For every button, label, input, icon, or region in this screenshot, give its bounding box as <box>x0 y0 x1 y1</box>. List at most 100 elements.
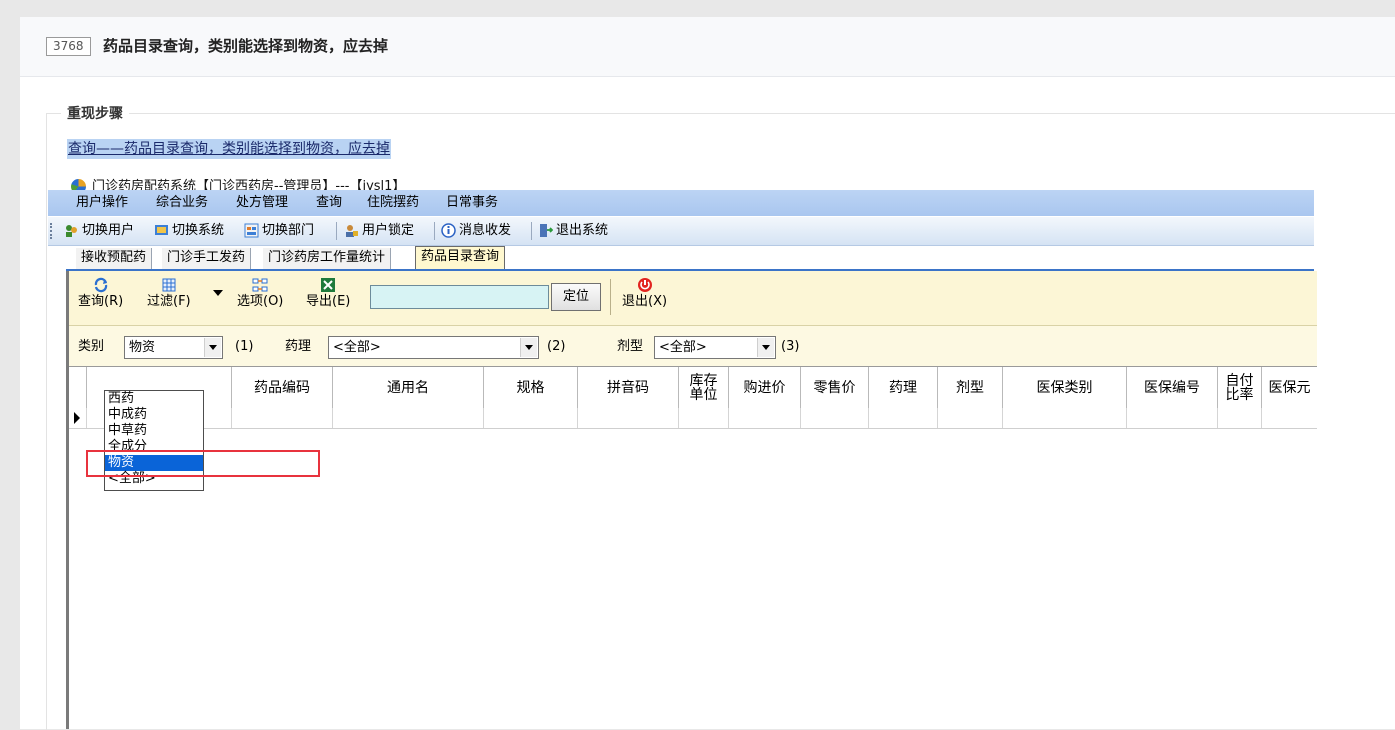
dosage-hotkey: (3) <box>781 339 800 354</box>
pharmacology-value: <全部> <box>333 340 381 355</box>
switch-user-button[interactable]: 切换用户 <box>82 222 134 240</box>
menu-user-ops[interactable]: 用户操作 <box>76 194 128 212</box>
row-indicator <box>69 408 87 428</box>
tab-manual-dispense[interactable]: 门诊手工发药 <box>162 248 252 269</box>
table-cell[interactable] <box>938 408 1003 428</box>
dropdown-option-patent[interactable]: 中成药 <box>105 407 203 423</box>
category-hotkey: (1) <box>235 339 254 354</box>
message-info-icon <box>441 223 456 238</box>
chevron-down-icon[interactable] <box>520 338 537 357</box>
annotation-highlight-box <box>86 450 320 477</box>
pharmacology-label: 药理 <box>285 339 312 354</box>
grid-col-generic-name[interactable]: 通用名 <box>333 367 484 408</box>
refresh-icon <box>94 277 107 293</box>
menu-general-business[interactable]: 综合业务 <box>156 194 208 212</box>
switch-system-button[interactable]: 切换系统 <box>172 222 224 240</box>
table-cell[interactable] <box>1218 408 1262 428</box>
table-cell[interactable] <box>1003 408 1127 428</box>
excel-export-icon <box>321 278 336 292</box>
exit-door-icon <box>540 224 553 237</box>
grid-col-purchase-price[interactable]: 购进价 <box>729 367 801 408</box>
query-button[interactable]: 查询(R) <box>78 277 123 310</box>
filter-button[interactable]: 过滤(F) <box>147 277 191 310</box>
issue-id-badge: 3768 <box>46 37 91 56</box>
menu-daily-affairs[interactable]: 日常事务 <box>446 194 498 212</box>
query-label: 查询(R) <box>78 294 124 309</box>
row-pointer-icon <box>74 412 80 424</box>
grid-col-pharmacology[interactable]: 药理 <box>869 367 938 408</box>
toolbar-separator <box>531 222 532 240</box>
options-label: 选项(O) <box>237 294 284 309</box>
chevron-down-icon[interactable] <box>757 338 774 357</box>
switch-user-icon <box>66 225 77 237</box>
grid-col-insurance-type[interactable]: 医保类别 <box>1003 367 1127 408</box>
toolbar-separator <box>336 222 337 240</box>
query-toolbar: 查询(R) 过滤(F) 选项(O) 导出(E) 定位 退出(X) <box>69 271 1317 326</box>
table-cell[interactable] <box>1127 408 1218 428</box>
table-cell[interactable] <box>232 408 333 428</box>
export-button[interactable]: 导出(E) <box>306 277 350 310</box>
exit-label: 退出(X) <box>622 294 668 309</box>
grid-col-spec[interactable]: 规格 <box>484 367 578 408</box>
issue-header: 3768 药品目录查询，类别能选择到物资，应去掉 <box>20 17 1395 77</box>
exit-button[interactable]: 退出(X) <box>622 277 667 310</box>
grid-col-insurance-extra[interactable]: 医保元 <box>1262 367 1317 408</box>
export-label: 导出(E) <box>306 294 351 309</box>
locate-input[interactable] <box>370 285 549 309</box>
dosage-value: <全部> <box>659 340 707 355</box>
menubar: 用户操作 综合业务 处方管理 查询 住院摆药 日常事务 <box>48 190 1314 216</box>
grid-col-drug-code[interactable]: 药品编码 <box>232 367 333 408</box>
options-swap-icon <box>252 278 268 292</box>
filter-bar: 类别 物资 (1) 药理 <全部> (2) 剂型 <全部> (3) <box>69 326 1317 366</box>
switch-department-button[interactable]: 切换部门 <box>262 222 314 240</box>
grid-col-insurance-code[interactable]: 医保编号 <box>1127 367 1218 408</box>
filter-dropdown-icon[interactable] <box>212 289 224 297</box>
table-cell[interactable] <box>333 408 484 428</box>
grid-col-pinyin[interactable]: 拼音码 <box>578 367 679 408</box>
toolbar-separator <box>434 222 435 240</box>
grid-col-copay-ratio[interactable]: 自付 比率 <box>1218 367 1262 408</box>
system-toolbar: 切换用户 切换系统 切换部门 用户锁定 消息收发 退出系统 <box>48 217 1314 246</box>
filter-label: 过滤(F) <box>147 294 191 309</box>
dropdown-option-western[interactable]: 西药 <box>105 391 203 407</box>
dosage-combo[interactable]: <全部> <box>654 336 776 359</box>
menu-prescription[interactable]: 处方管理 <box>236 194 288 212</box>
pharmacology-combo[interactable]: <全部> <box>328 336 539 359</box>
table-cell[interactable] <box>869 408 938 428</box>
grid-col-retail-price[interactable]: 零售价 <box>801 367 869 408</box>
grid-col-stock-unit[interactable]: 库存 单位 <box>679 367 729 408</box>
dosage-label: 剂型 <box>617 339 644 354</box>
user-lock-icon <box>346 225 358 237</box>
power-icon <box>637 278 652 292</box>
tab-receive-preconfig[interactable]: 接收预配药 <box>76 248 153 269</box>
dropdown-option-herbal[interactable]: 中草药 <box>105 423 203 439</box>
locate-button[interactable]: 定位 <box>551 283 601 311</box>
switch-department-icon <box>244 223 259 238</box>
menu-inpatient-dispense[interactable]: 住院摆药 <box>367 194 419 212</box>
grid-col-dosage[interactable]: 剂型 <box>938 367 1003 408</box>
chevron-down-icon[interactable] <box>204 338 221 357</box>
tab-workload-stats[interactable]: 门诊药房工作量统计 <box>263 248 392 269</box>
table-cell[interactable] <box>484 408 578 428</box>
menu-query[interactable]: 查询 <box>316 194 342 212</box>
toolbar-separator <box>610 279 611 315</box>
table-cell[interactable] <box>578 408 679 428</box>
category-value: 物资 <box>129 340 156 355</box>
user-lock-button[interactable]: 用户锁定 <box>362 222 414 240</box>
table-cell[interactable] <box>679 408 729 428</box>
category-combo[interactable]: 物资 <box>124 336 223 359</box>
section-legend: 重现步骤 <box>61 104 129 124</box>
table-cell[interactable] <box>729 408 801 428</box>
switch-system-icon <box>155 225 168 235</box>
messages-button[interactable]: 消息收发 <box>459 222 511 240</box>
table-cell[interactable] <box>801 408 869 428</box>
category-label: 类别 <box>78 339 105 354</box>
tab-drug-catalog-query[interactable]: 药品目录查询 <box>415 246 506 270</box>
drug-catalog-panel: 查询(R) 过滤(F) 选项(O) 导出(E) 定位 退出(X) 类别 物资 (… <box>66 271 1317 729</box>
issue-title: 药品目录查询，类别能选择到物资，应去掉 <box>103 37 389 55</box>
filter-grid-icon <box>162 278 176 292</box>
drug-grid: 药品编码 通用名 规格 拼音码 库存 单位 购进价 零售价 药理 剂型 医保类别… <box>69 366 1317 729</box>
table-row[interactable] <box>69 408 1317 429</box>
exit-system-button[interactable]: 退出系统 <box>556 222 608 240</box>
options-button[interactable]: 选项(O) <box>237 277 283 310</box>
